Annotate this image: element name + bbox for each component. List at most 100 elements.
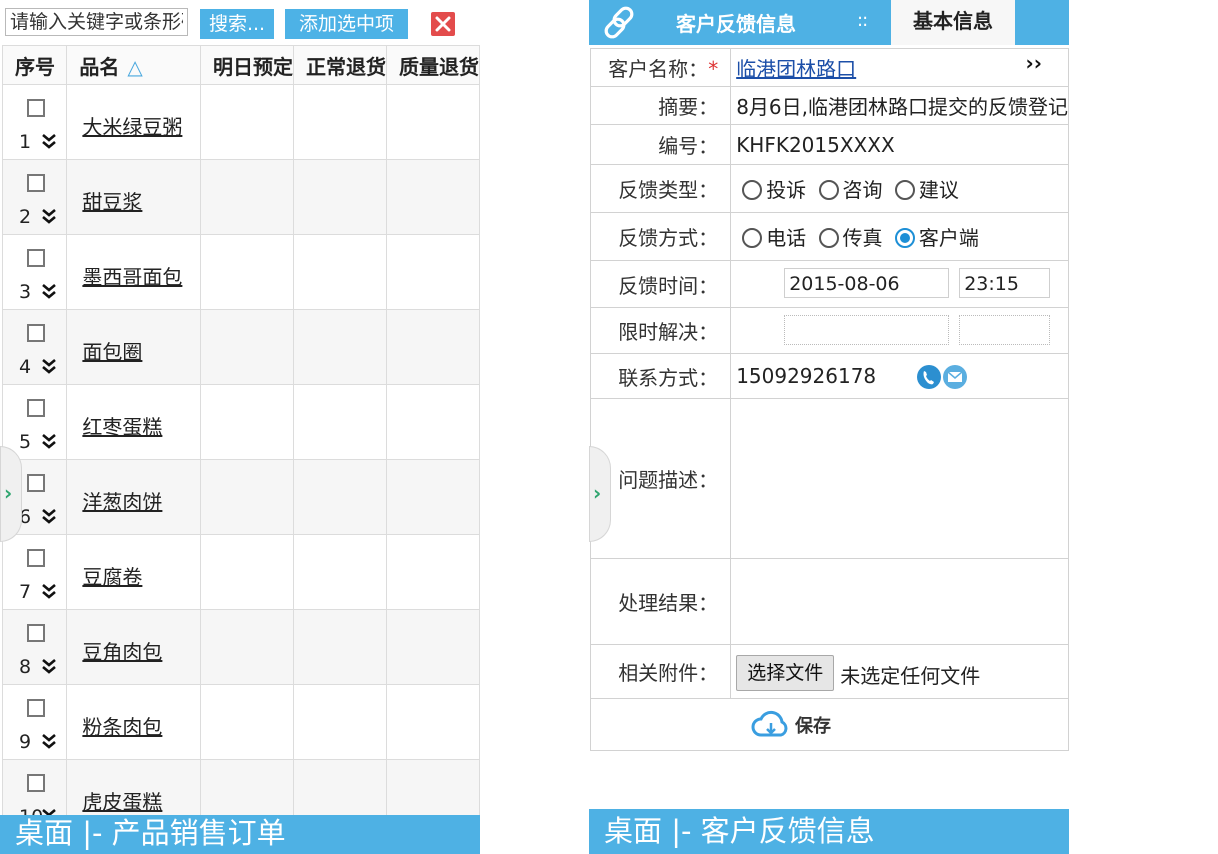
- quality-return-cell[interactable]: [385, 609, 480, 685]
- table-row[interactable]: 8 豆角肉包: [1, 609, 480, 685]
- tomorrow-order-cell[interactable]: [199, 534, 294, 610]
- normal-return-cell[interactable]: [292, 309, 387, 385]
- product-name-link[interactable]: 虎皮蛋糕: [82, 786, 200, 815]
- add-selected-button[interactable]: 添加选中项: [285, 9, 408, 39]
- expand-down-icon[interactable]: [41, 582, 57, 600]
- product-name-link[interactable]: 甜豆浆: [82, 186, 200, 215]
- choose-file-button[interactable]: 选择文件: [736, 654, 835, 691]
- tomorrow-order-cell[interactable]: [199, 384, 294, 460]
- row-checkbox[interactable]: [27, 399, 45, 417]
- product-name-link[interactable]: 红枣蛋糕: [82, 411, 200, 440]
- tomorrow-order-cell[interactable]: [199, 309, 294, 385]
- row-checkbox[interactable]: [27, 624, 45, 642]
- column-header-normal-return[interactable]: 正常退货: [292, 45, 387, 85]
- table-row[interactable]: 4 面包圈: [1, 309, 480, 385]
- quality-return-cell[interactable]: [385, 684, 480, 760]
- radio-inquiry[interactable]: [818, 180, 839, 200]
- table-row[interactable]: 1 大米绿豆粥: [1, 84, 480, 160]
- attachment-field: 选择文件 未选定任何文件: [730, 644, 1069, 699]
- table-row[interactable]: 5 红枣蛋糕: [1, 384, 480, 460]
- quality-return-cell[interactable]: [385, 234, 480, 310]
- table-row[interactable]: 6 洋葱肉饼: [1, 459, 480, 535]
- tomorrow-order-cell[interactable]: [199, 234, 294, 310]
- quality-return-cell[interactable]: [385, 534, 480, 610]
- name-cell: 面包圈: [66, 309, 201, 385]
- column-header-quality-return[interactable]: 质量退货: [385, 45, 480, 85]
- row-checkbox[interactable]: [27, 774, 45, 792]
- search-input[interactable]: [5, 8, 188, 36]
- row-checkbox[interactable]: [27, 549, 45, 567]
- save-button[interactable]: 保存: [751, 709, 831, 741]
- phone-icon[interactable]: [916, 364, 942, 390]
- result-textarea[interactable]: [730, 558, 1069, 645]
- row-checkbox[interactable]: [27, 474, 45, 492]
- column-header-tomorrow-order[interactable]: 明日预定: [199, 45, 294, 85]
- row-checkbox[interactable]: [27, 174, 45, 192]
- deadline-date-input[interactable]: [784, 315, 950, 345]
- tomorrow-order-cell[interactable]: [199, 159, 294, 235]
- normal-return-cell[interactable]: [292, 609, 387, 685]
- product-name-link[interactable]: 豆腐卷: [82, 561, 200, 590]
- tab-basic-info[interactable]: 基本信息: [891, 0, 1015, 45]
- expand-down-icon[interactable]: [41, 357, 57, 375]
- table-row[interactable]: 9 粉条肉包: [1, 684, 480, 760]
- product-name-link[interactable]: 墨西哥面包: [82, 261, 200, 290]
- product-name-link[interactable]: 豆角肉包: [82, 636, 200, 665]
- quality-return-cell[interactable]: [385, 459, 480, 535]
- expand-down-icon[interactable]: [41, 657, 57, 675]
- expand-down-icon[interactable]: [41, 282, 57, 300]
- normal-return-cell[interactable]: [292, 159, 387, 235]
- product-name-link[interactable]: 大米绿豆粥: [82, 111, 200, 140]
- radio-fax[interactable]: [818, 228, 839, 248]
- expand-down-icon[interactable]: [41, 432, 57, 450]
- time-input[interactable]: 23:15: [959, 268, 1051, 298]
- mail-icon[interactable]: [942, 364, 968, 390]
- radio-client[interactable]: [894, 228, 915, 248]
- customer-name-link[interactable]: 临港团林路口: [736, 57, 856, 81]
- column-header-seq[interactable]: 序号: [1, 45, 68, 85]
- side-expand-tab[interactable]: ›: [0, 446, 22, 542]
- column-header-name[interactable]: 品名 △: [66, 45, 201, 85]
- table-row[interactable]: 2 甜豆浆: [1, 159, 480, 235]
- product-name-link[interactable]: 粉条肉包: [82, 711, 200, 740]
- normal-return-cell[interactable]: [292, 234, 387, 310]
- radio-suggestion[interactable]: [894, 180, 915, 200]
- product-name-link[interactable]: 洋葱肉饼: [82, 486, 200, 515]
- normal-return-cell[interactable]: [292, 384, 387, 460]
- quality-return-cell[interactable]: [385, 309, 480, 385]
- more-arrow-icon[interactable]: ››: [1026, 51, 1042, 75]
- expand-down-icon[interactable]: [41, 207, 57, 225]
- tomorrow-order-cell[interactable]: [199, 459, 294, 535]
- expand-down-icon[interactable]: [41, 507, 57, 525]
- table-row[interactable]: 3 墨西哥面包: [1, 234, 480, 310]
- summary-value[interactable]: 8月6日,临港团林路口提交的反馈登记: [730, 86, 1069, 125]
- expand-down-icon[interactable]: [41, 132, 57, 150]
- date-input[interactable]: 2015-08-06: [784, 268, 950, 298]
- normal-return-cell[interactable]: [292, 459, 387, 535]
- tomorrow-order-cell[interactable]: [199, 684, 294, 760]
- deadline-time-input[interactable]: [959, 315, 1051, 345]
- row-checkbox[interactable]: [27, 324, 45, 342]
- quality-return-cell[interactable]: [385, 384, 480, 460]
- tomorrow-order-cell[interactable]: [199, 84, 294, 160]
- radio-complaint[interactable]: [742, 180, 763, 200]
- quality-return-cell[interactable]: [385, 159, 480, 235]
- normal-return-cell[interactable]: [292, 684, 387, 760]
- search-button[interactable]: 搜索...: [200, 9, 274, 39]
- quality-return-cell[interactable]: [385, 84, 480, 160]
- type-label: 反馈类型：: [589, 164, 732, 213]
- expand-down-icon[interactable]: [41, 732, 57, 750]
- normal-return-cell[interactable]: [292, 534, 387, 610]
- normal-return-cell[interactable]: [292, 84, 387, 160]
- close-icon[interactable]: [431, 12, 455, 36]
- row-checkbox[interactable]: [27, 99, 45, 117]
- product-name-link[interactable]: 面包圈: [82, 336, 200, 365]
- tomorrow-order-cell[interactable]: [199, 609, 294, 685]
- problem-textarea[interactable]: [730, 398, 1069, 559]
- row-checkbox[interactable]: [27, 699, 45, 717]
- radio-phone[interactable]: [742, 228, 763, 248]
- row-checkbox[interactable]: [27, 249, 45, 267]
- table-row[interactable]: 7 豆腐卷: [1, 534, 480, 610]
- drag-handle-icon[interactable]: ::: [857, 10, 868, 31]
- side-expand-tab[interactable]: ›: [589, 446, 611, 542]
